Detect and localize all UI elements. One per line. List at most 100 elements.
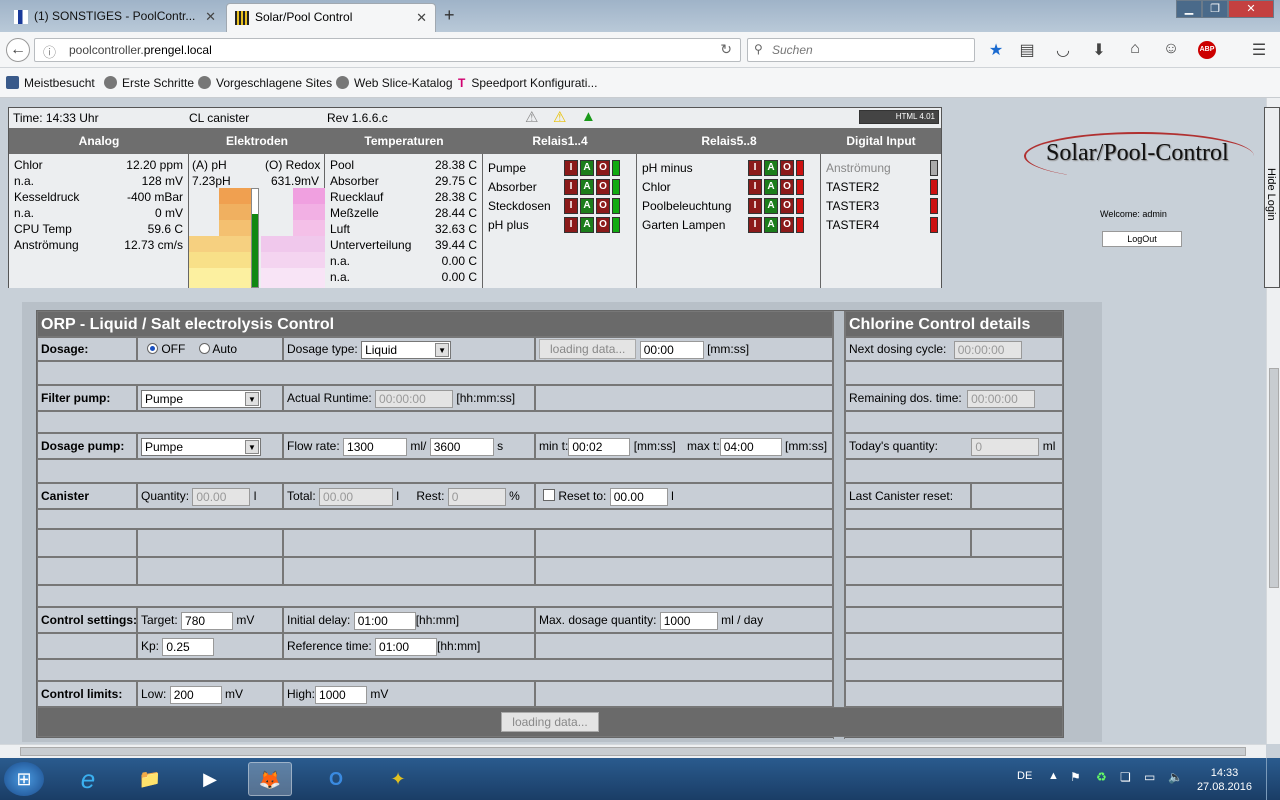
relay-mode-o[interactable]: O (596, 217, 610, 233)
max-dosage-input[interactable]: 1000 (659, 611, 718, 630)
close-tab-icon[interactable]: ✕ (205, 9, 216, 25)
relay-mode-i[interactable]: I (564, 198, 578, 214)
manual-time-input[interactable]: 00:00 (639, 340, 704, 359)
off-radio[interactable] (147, 343, 158, 354)
monitor-icon[interactable]: ▭ (1144, 770, 1155, 784)
relay-mode-o[interactable]: O (780, 198, 794, 214)
minimize-icon[interactable]: ▁ (1176, 0, 1202, 18)
maximize-icon[interactable]: ❐ (1202, 0, 1228, 18)
dosage-type-select[interactable]: Liquid ▼ (361, 340, 452, 359)
relay-mode-o[interactable]: O (780, 217, 794, 233)
pocket-icon[interactable]: ◡ (1052, 40, 1074, 60)
scroll-thumb[interactable] (1269, 368, 1279, 588)
validator-badge[interactable]: HTML 4.01 (859, 110, 939, 124)
kp-input[interactable]: 0.25 (162, 637, 215, 656)
url-bar[interactable]: ⓘ poolcontroller.prengel.local ↻ (34, 38, 741, 62)
dosage-pump-select[interactable]: Pumpe ▼ (141, 437, 261, 456)
bookmark-vorgeschlagene-sites[interactable]: Vorgeschlagene Sites (198, 76, 332, 90)
reset-checkbox[interactable] (543, 489, 555, 501)
language-indicator[interactable]: DE (1017, 770, 1032, 782)
internet-explorer-icon[interactable]: e (66, 762, 110, 796)
scroll-thumb[interactable] (20, 747, 1246, 756)
bookmark-star-icon[interactable]: ★ (985, 40, 1007, 60)
relay-mode-i[interactable]: I (564, 217, 578, 233)
auto-radio[interactable] (198, 343, 210, 354)
bookmark-speedport[interactable]: T Speedport Konfigurati... (458, 76, 597, 90)
relay-mode-i[interactable]: I (748, 179, 762, 195)
min-t-input[interactable]: 00:02 (568, 437, 631, 456)
clock[interactable]: 14:33 27.08.2016 (1197, 766, 1252, 794)
show-desktop-button[interactable] (1266, 758, 1280, 800)
reference-time-input[interactable]: 01:00 (375, 637, 438, 656)
relay-mode-a[interactable]: A (580, 179, 594, 195)
relay-switch[interactable]: IAO (564, 217, 628, 233)
bookmark-web-slice[interactable]: Web Slice-Katalog (336, 76, 453, 90)
close-tab-icon[interactable]: ✕ (416, 10, 427, 26)
relay-mode-i[interactable]: I (748, 217, 762, 233)
search-input[interactable]: ⚲ Suchen (747, 38, 975, 62)
close-window-icon[interactable]: ✕ (1228, 0, 1274, 18)
reset-value-input[interactable]: 00.00 (609, 487, 668, 506)
relay-switch[interactable]: IAO (748, 217, 812, 233)
relay-mode-o[interactable]: O (596, 198, 610, 214)
max-t-input[interactable]: 04:00 (719, 437, 782, 456)
relay-mode-a[interactable]: A (580, 160, 594, 176)
relay-mode-a[interactable]: A (764, 160, 778, 176)
network-icon[interactable]: ♻ (1096, 770, 1107, 784)
reading-list-icon[interactable]: ▤ (1016, 40, 1038, 60)
relay-mode-a[interactable]: A (580, 217, 594, 233)
relay-mode-a[interactable]: A (764, 217, 778, 233)
manual-dosage-button[interactable]: loading data... (539, 339, 637, 359)
bookmark-erste-schritte[interactable]: Erste Schritte (104, 76, 194, 90)
relay-switch[interactable]: IAO (748, 160, 812, 176)
relay-mode-o[interactable]: O (596, 160, 610, 176)
adblock-icon[interactable]: ABP (1198, 41, 1216, 59)
target-input[interactable]: 780 (181, 611, 234, 630)
download-icon[interactable]: ⬇ (1088, 40, 1110, 60)
menu-icon[interactable]: ☰ (1248, 40, 1270, 60)
flag-icon[interactable]: ⚑ (1070, 770, 1081, 784)
high-input[interactable]: 1000 (315, 685, 368, 704)
relay-switch[interactable]: IAO (748, 198, 812, 214)
firefox-icon[interactable]: 🦊 (248, 762, 292, 796)
relay-mode-i[interactable]: I (748, 160, 762, 176)
explorer-icon[interactable]: 📁 (128, 762, 172, 796)
relay-mode-o[interactable]: O (780, 179, 794, 195)
relay-mode-a[interactable]: A (764, 198, 778, 214)
logout-button[interactable]: LogOut (1102, 231, 1182, 247)
flow-rate-ml-input[interactable]: 1300 (343, 437, 408, 456)
bookmark-meistbesucht[interactable]: Meistbesucht (6, 76, 95, 90)
media-player-icon[interactable]: ▶ (188, 762, 232, 796)
initial-delay-input[interactable]: 01:00 (353, 611, 416, 630)
outlook-icon[interactable]: O (314, 762, 358, 796)
relay-mode-a[interactable]: A (580, 198, 594, 214)
relay-mode-i[interactable]: I (564, 160, 578, 176)
save-settings-button[interactable]: loading data... (501, 712, 599, 732)
relay-mode-i[interactable]: I (564, 179, 578, 195)
relay-mode-o[interactable]: O (780, 160, 794, 176)
new-tab-icon[interactable]: + (444, 5, 455, 26)
home-icon[interactable]: ⌂ (1124, 40, 1146, 58)
tray-chevron-up-icon[interactable]: ▲ (1048, 770, 1059, 782)
tab-sonstiges[interactable]: (1) SONSTIGES - PoolContr... ✕ (6, 3, 224, 32)
relay-mode-i[interactable]: I (748, 198, 762, 214)
back-icon[interactable]: ← (6, 38, 30, 62)
relay-mode-o[interactable]: O (596, 179, 610, 195)
start-icon[interactable]: ⊞ (4, 762, 44, 796)
horizontal-scrollbar[interactable] (0, 744, 1266, 758)
relay-mode-a[interactable]: A (764, 179, 778, 195)
low-input[interactable]: 200 (169, 685, 222, 704)
relay-switch[interactable]: IAO (564, 198, 628, 214)
tab-solar-pool-control[interactable]: Solar/Pool Control ✕ (226, 3, 436, 32)
flow-rate-s-input[interactable]: 3600 (429, 437, 494, 456)
app-icon[interactable]: ✦ (376, 762, 420, 796)
clipboard-icon[interactable]: ❏ (1120, 770, 1131, 784)
relay-switch[interactable]: IAO (564, 179, 628, 195)
filter-pump-select[interactable]: Pumpe ▼ (141, 389, 261, 408)
relay-switch[interactable]: IAO (564, 160, 628, 176)
hide-login-tab[interactable]: Hide Login (1264, 107, 1280, 288)
relay-switch[interactable]: IAO (748, 179, 812, 195)
volume-icon[interactable]: 🔈 (1168, 770, 1183, 784)
reload-icon[interactable]: ↻ (720, 41, 732, 58)
chat-icon[interactable]: ☺ (1160, 40, 1182, 58)
